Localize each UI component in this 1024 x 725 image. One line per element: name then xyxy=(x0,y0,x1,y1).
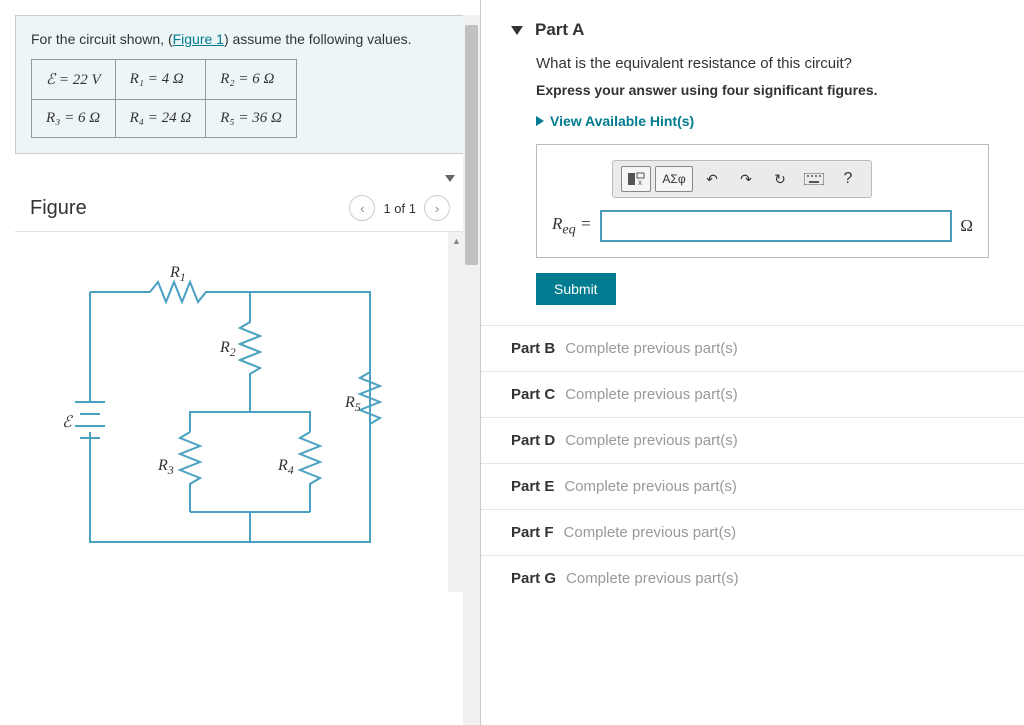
val-r1: R₁ = 4 Ω xyxy=(115,60,206,100)
val-r4: R₄ = 24 Ω xyxy=(115,100,206,138)
submit-button[interactable]: Submit xyxy=(536,273,616,305)
chevron-right-icon xyxy=(536,116,544,126)
figure-next-button[interactable]: › xyxy=(424,195,450,221)
input-label: Req = xyxy=(552,214,592,238)
intro-pre: For the circuit shown, ( xyxy=(31,31,173,47)
part-a-header[interactable]: Part A xyxy=(481,0,1024,55)
figure-title: Figure xyxy=(30,197,87,220)
collapse-part-icon[interactable] xyxy=(511,26,523,35)
val-r3: R₃ = 6 Ω xyxy=(32,100,116,138)
help-button[interactable]: ? xyxy=(833,166,863,192)
reset-button[interactable]: ↻ xyxy=(765,166,795,192)
val-r2: R₂ = 6 Ω xyxy=(206,60,297,100)
hints-link[interactable]: View Available Hint(s) xyxy=(536,113,989,129)
part-c[interactable]: Part CComplete previous part(s) xyxy=(481,371,1024,417)
redo-button[interactable]: ↷ xyxy=(731,166,761,192)
figure-prev-button[interactable]: ‹ xyxy=(349,195,375,221)
answer-box: x ΑΣφ ↶ ↷ ↻ ? Req = Ω xyxy=(536,144,989,258)
template-button[interactable]: x xyxy=(621,166,651,192)
unit-label: Ω xyxy=(960,216,973,236)
left-scrollbar[interactable] xyxy=(463,15,480,725)
part-b[interactable]: Part BComplete previous part(s) xyxy=(481,325,1024,371)
val-r5: R₅ = 36 Ω xyxy=(206,100,297,138)
intro-post: ) assume the following values. xyxy=(224,31,412,47)
label-r1: R1 xyxy=(169,264,186,284)
part-a-title: Part A xyxy=(535,20,584,40)
label-r4: R4 xyxy=(277,457,294,477)
figure-content: R1 R2 R5 R3 R4 ℰ ▲ xyxy=(0,232,480,592)
part-e[interactable]: Part EComplete previous part(s) xyxy=(481,463,1024,509)
figure-pager: ‹ 1 of 1 › xyxy=(349,195,450,221)
symbols-button[interactable]: ΑΣφ xyxy=(655,166,693,192)
figure-link[interactable]: Figure 1 xyxy=(173,31,224,47)
undo-button[interactable]: ↶ xyxy=(697,166,727,192)
values-table: ℰ = 22 V R₁ = 4 Ω R₂ = 6 Ω R₃ = 6 Ω R₄ =… xyxy=(31,59,297,138)
question-text: What is the equivalent resistance of thi… xyxy=(536,55,989,72)
svg-text:x: x xyxy=(638,178,642,186)
input-toolbar: x ΑΣφ ↶ ↷ ↻ ? xyxy=(612,160,872,198)
answer-input[interactable] xyxy=(600,210,953,242)
label-r5: R5 xyxy=(344,394,361,414)
problem-statement: For the circuit shown, (Figure 1) assume… xyxy=(15,15,465,154)
part-d[interactable]: Part DComplete previous part(s) xyxy=(481,417,1024,463)
label-r2: R2 xyxy=(219,339,236,359)
label-r3: R3 xyxy=(157,457,174,477)
val-emf: ℰ = 22 V xyxy=(32,60,116,100)
part-g[interactable]: Part GComplete previous part(s) xyxy=(481,555,1024,601)
keyboard-button[interactable] xyxy=(799,166,829,192)
collapse-problem-icon[interactable] xyxy=(445,175,455,182)
label-emf: ℰ xyxy=(62,414,74,431)
figure-pager-text: 1 of 1 xyxy=(383,201,416,216)
part-f[interactable]: Part FComplete previous part(s) xyxy=(481,509,1024,555)
instruction-text: Express your answer using four significa… xyxy=(536,82,989,98)
